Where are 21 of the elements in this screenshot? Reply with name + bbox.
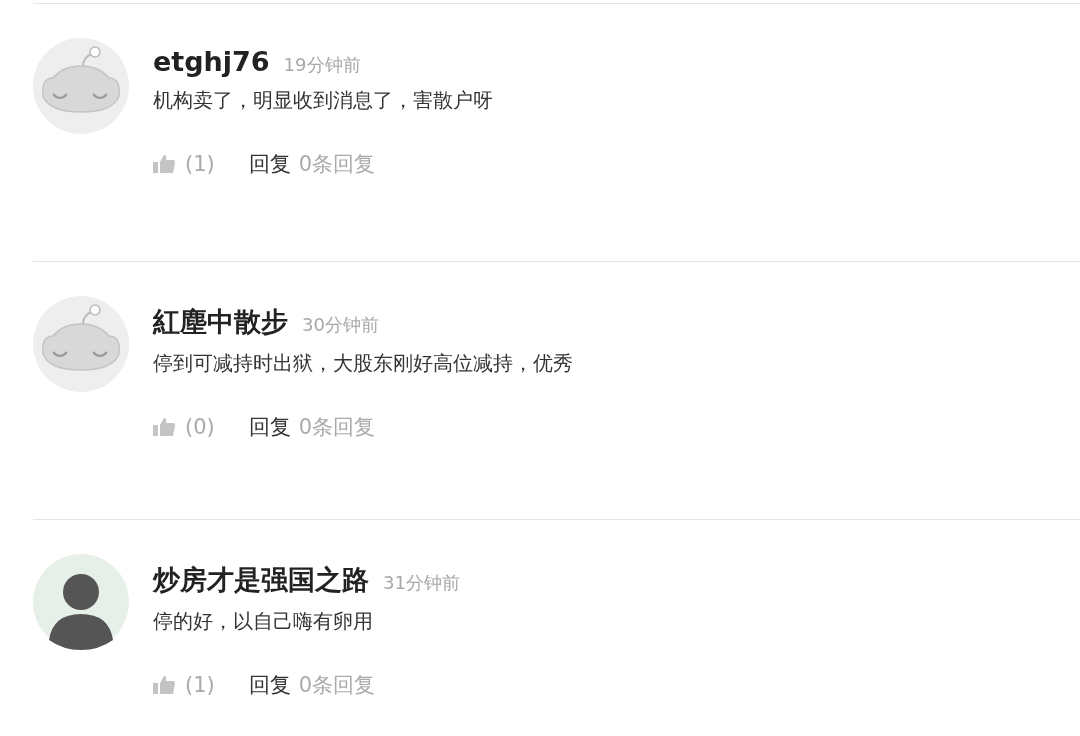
default-avatar-icon	[33, 38, 129, 134]
comment-time: 31分钟前	[383, 571, 460, 595]
like-count: (0)	[185, 415, 215, 439]
comment-text: 机构卖了，明显收到消息了，害散户呀	[153, 87, 493, 114]
user-avatar-icon	[33, 554, 129, 650]
default-avatar-icon	[33, 296, 129, 392]
thumbs-up-icon[interactable]	[153, 676, 175, 694]
comment-text: 停到可减持时出狱，大股东刚好高位减持，优秀	[153, 350, 573, 377]
username[interactable]: 炒房才是强国之路	[153, 562, 369, 598]
like-count: (1)	[185, 152, 215, 176]
comment-time: 19分钟前	[283, 53, 361, 77]
username[interactable]: 紅塵中散步	[153, 304, 288, 340]
comment-text: 停的好，以自己嗨有卵用	[153, 608, 374, 635]
reply-link[interactable]: 回复	[248, 413, 291, 441]
comment-time: 30分钟前	[302, 313, 379, 337]
like-count: (1)	[185, 673, 215, 697]
username[interactable]: etghj76	[153, 46, 270, 77]
reply-link[interactable]: 回复	[248, 671, 291, 699]
reply-link[interactable]: 回复	[248, 150, 291, 178]
thumbs-up-icon[interactable]	[153, 155, 175, 173]
thumbs-up-icon[interactable]	[153, 418, 175, 436]
